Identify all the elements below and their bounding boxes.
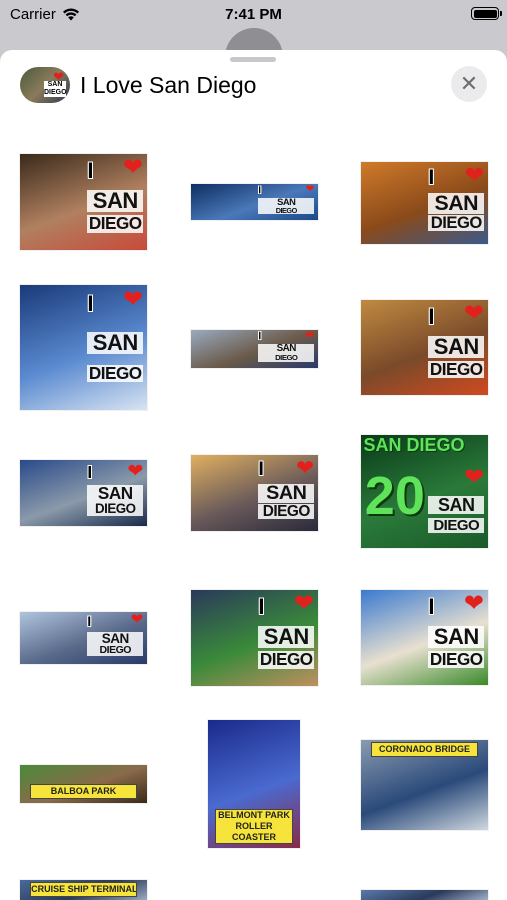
art-word-san: SAN: [428, 495, 485, 514]
sticker-petco-park[interactable]: I ❤ SAN DIEGO: [191, 590, 318, 686]
close-button[interactable]: ✕: [451, 66, 487, 102]
sticker-sailboats-waves[interactable]: I ❤ SAN DIEGO: [20, 285, 147, 410]
i-love-san-diego-artwork: I ❤ SAN DIEGO: [428, 162, 485, 239]
sheet-title: I Love San Diego: [80, 72, 257, 98]
heart-icon: ❤: [293, 590, 315, 618]
clock: 7:41 PM: [225, 6, 282, 23]
art-word-san: SAN: [428, 192, 485, 215]
art-word-san: SAN: [87, 632, 144, 646]
art-word-diego: DIEGO: [428, 214, 485, 232]
art-word-diego: DIEGO: [428, 518, 485, 534]
art-letter-i: I: [258, 593, 265, 619]
art-letter-i: I: [87, 157, 94, 183]
sticker-uss-midway[interactable]: I ❤ SAN DIEGO: [20, 460, 147, 526]
art-letter-i: I: [428, 303, 435, 329]
i-love-san-diego-artwork: I ❤ SAN DIEGO: [87, 156, 144, 244]
art-letter-i: I: [428, 593, 435, 619]
art-letter-i: I: [258, 185, 261, 196]
art-letter-i: I: [87, 290, 94, 316]
sticker-caption: BALBOA PARK: [30, 784, 137, 799]
heart-icon: ❤: [296, 455, 315, 480]
art-word-san: SAN: [428, 335, 485, 358]
heart-icon: ❤: [463, 590, 485, 618]
heart-icon: ❤: [122, 154, 144, 182]
sticker-sheet: ❤ SAN DIEGO I Love San Diego ✕ I ❤ SAN DIEGO…: [0, 50, 507, 900]
art-letter-i: I: [428, 164, 435, 189]
art-word-diego: DIEGO: [428, 358, 485, 379]
sticker-pier-sunset[interactable]: I ❤ SAN DIEGO: [191, 455, 318, 531]
heart-icon: ❤: [127, 460, 144, 481]
sticker-gaslamp-plaza[interactable]: I ❤ SAN DIEGO: [20, 154, 147, 250]
i-love-san-diego-artwork: I ❤ SAN DIEGO: [258, 330, 315, 365]
heart-icon: ❤: [305, 330, 315, 342]
sticker-coronado-bridge[interactable]: CORONADO BRIDGE: [361, 740, 488, 830]
art-word-san: SAN: [428, 625, 485, 648]
art-letter-i: I: [87, 614, 92, 630]
i-love-san-diego-artwork: I ❤ SAN DIEGO: [258, 455, 315, 527]
sticker-geisel-library[interactable]: I ❤ SAN DIEGO: [361, 300, 488, 395]
sticker-balboa-park[interactable]: BALBOA PARK: [20, 765, 147, 803]
art-word-diego: DIEGO: [87, 213, 144, 234]
battery-icon: [471, 7, 502, 20]
zoo-number: 20: [364, 465, 425, 526]
sticker-skyline-bay[interactable]: I ❤ SAN DIEGO: [191, 184, 318, 220]
sticker-caption: BELMONT PARK ROLLER COASTER: [215, 809, 293, 844]
sticker-partial-bottom-right[interactable]: [361, 890, 488, 900]
art-word-san: SAN: [87, 332, 144, 355]
art-word-san: SAN: [258, 483, 315, 504]
i-love-san-diego-artwork: I ❤ SAN DIEGO: [258, 592, 315, 680]
close-icon: ✕: [459, 71, 479, 96]
sticker-photo: [361, 890, 488, 900]
app-icon: ❤ SAN DIEGO: [20, 67, 70, 103]
heart-icon: ❤: [122, 286, 144, 314]
art-word-san: SAN: [258, 626, 315, 649]
i-love-san-diego-artwork: I ❤ SAN DIEGO: [428, 302, 485, 390]
art-letter-i: I: [258, 457, 264, 480]
art-word-diego: DIEGO: [258, 503, 315, 519]
art-letter-i: I: [87, 461, 93, 482]
art-word-diego: DIEGO: [258, 354, 315, 363]
sticker-cruise-ship-terminal[interactable]: CRUISE SHIP TERMINAL: [20, 880, 147, 900]
i-love-san-diego-artwork: I ❤ SAN DIEGO: [87, 460, 144, 522]
sticker-caption: CORONADO BRIDGE: [371, 742, 478, 757]
sticker-caption: CRUISE SHIP TERMINAL: [30, 882, 137, 897]
art-word-diego: DIEGO: [258, 649, 315, 670]
art-word-san: SAN: [87, 190, 144, 213]
i-love-san-diego-artwork: I ❤ SAN DIEGO: [87, 287, 144, 403]
sticker-san-diego-zoo[interactable]: SAN DIEGO 20 ❤ SAN DIEGO: [361, 435, 488, 548]
art-word-diego: DIEGO: [428, 648, 485, 669]
art-word-diego: DIEGO: [258, 207, 315, 214]
status-bar: Carrier 7:41 PM: [0, 0, 507, 30]
art-word-diego: DIEGO: [87, 363, 144, 384]
art-word-san: SAN: [87, 484, 144, 503]
sheet-grabber[interactable]: [230, 57, 276, 62]
i-love-san-diego-artwork: I ❤ SAN DIEGO: [258, 184, 315, 218]
art-letter-i: I: [258, 331, 262, 343]
sticker-mission-church[interactable]: I ❤ SAN DIEGO: [361, 590, 488, 685]
i-love-san-diego-artwork: I ❤ SAN DIEGO: [87, 612, 144, 661]
zoo-title: SAN DIEGO: [363, 435, 465, 456]
art-word-diego: DIEGO: [87, 645, 144, 656]
heart-icon: ❤: [464, 162, 485, 189]
app-icon-label: SAN DIEGO: [44, 81, 67, 97]
heart-icon: ❤: [305, 184, 315, 195]
i-love-san-diego-artwork: I ❤ SAN DIEGO: [428, 592, 485, 680]
sticker-bay-skyline[interactable]: I ❤ SAN DIEGO: [20, 612, 147, 664]
heart-icon: ❤: [463, 300, 485, 328]
sticker-city-waterfront[interactable]: I ❤ SAN DIEGO: [191, 330, 318, 368]
i-love-san-diego-artwork: ❤ SAN DIEGO: [428, 463, 485, 544]
heart-icon: ❤: [464, 463, 485, 491]
heart-icon: ❤: [130, 612, 144, 629]
sticker-belmont-park-roller-coaster[interactable]: BELMONT PARK ROLLER COASTER: [208, 720, 300, 848]
art-word-diego: DIEGO: [87, 502, 144, 516]
sticker-coastal-cliffs[interactable]: I ❤ SAN DIEGO: [361, 162, 488, 244]
